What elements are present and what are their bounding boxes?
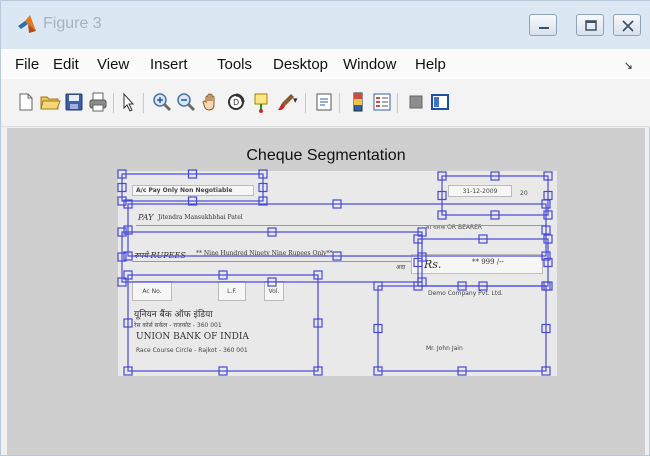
amount-words-segment[interactable] [117,227,427,287]
amount-figures-segment[interactable] [413,234,553,291]
figure-window: Figure 3 File Edit View Insert Tools Des… [0,0,650,456]
bank-details-segment[interactable] [123,270,323,376]
crossing-segment[interactable] [117,169,268,206]
date-segment[interactable] [437,171,553,220]
payee-segment[interactable] [123,199,551,261]
segmentation-overlay [117,169,553,376]
signature-segment[interactable] [373,281,551,376]
